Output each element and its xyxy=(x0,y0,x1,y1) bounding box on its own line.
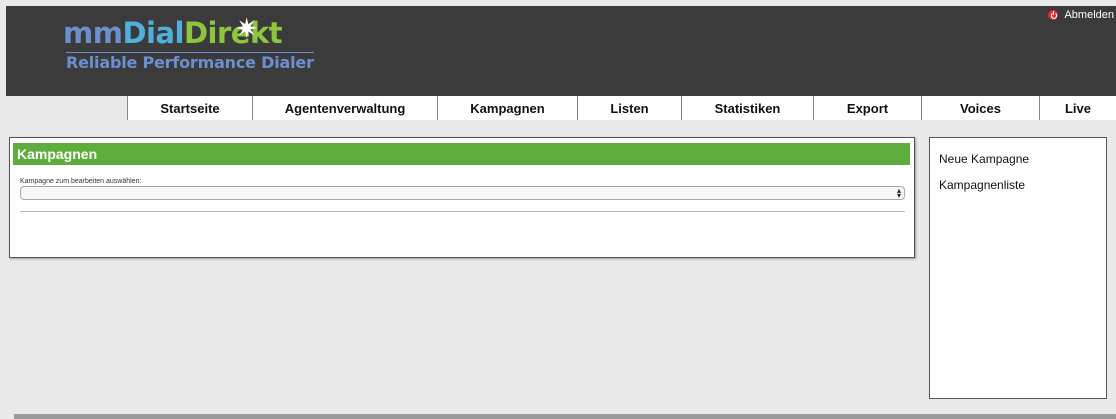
app-header: mmDialDirekt ✷ Reliable Performance Dial… xyxy=(6,6,1116,96)
panel-title: Kampagnen xyxy=(13,143,910,165)
footer-bar xyxy=(14,414,1116,419)
campaign-panel: Kampagnen Kampagne zum bearbeiten auswäh… xyxy=(9,137,915,258)
divider xyxy=(20,211,905,212)
logout-label: Abmelden xyxy=(1064,9,1114,21)
campaign-select[interactable]: ▴ ▾ xyxy=(20,186,905,200)
sidebar: Neue Kampagne Kampagnenliste xyxy=(929,137,1107,399)
nav-item-agentenverwaltung[interactable]: Agentenverwaltung xyxy=(253,96,438,120)
logo-subtitle: Reliable Performance Dialer xyxy=(66,52,314,72)
logo-title-dial: Dial xyxy=(122,16,184,50)
sparkle-icon: ✷ xyxy=(235,13,259,44)
power-icon xyxy=(1048,10,1059,20)
nav-item-startseite[interactable]: Startseite xyxy=(128,96,253,120)
nav-item-live[interactable]: Live xyxy=(1040,96,1116,120)
campaign-select-label: Kampagne zum bearbeiten auswählen: xyxy=(20,178,142,185)
nav-item-voices[interactable]: Voices xyxy=(922,96,1040,120)
sidebar-link-neue-kampagne[interactable]: Neue Kampagne xyxy=(939,152,1029,166)
logo-title-mm: mm xyxy=(63,16,123,50)
logo[interactable]: mmDialDirekt ✷ Reliable Performance Dial… xyxy=(63,13,314,84)
logout-button[interactable]: Abmelden xyxy=(1048,9,1114,21)
nav-item-kampagnen[interactable]: Kampagnen xyxy=(438,96,578,120)
logo-title-direkt: Direkt xyxy=(183,16,283,50)
nav-item-statistiken[interactable]: Statistiken xyxy=(682,96,814,120)
select-arrows-icon: ▴ ▾ xyxy=(896,186,901,200)
nav-item-export[interactable]: Export xyxy=(814,96,922,120)
sidebar-link-kampagnenliste[interactable]: Kampagnenliste xyxy=(939,178,1025,192)
nav-item-listen[interactable]: Listen xyxy=(578,96,682,120)
main-nav: Startseite Agentenverwaltung Kampagnen L… xyxy=(127,96,1116,120)
